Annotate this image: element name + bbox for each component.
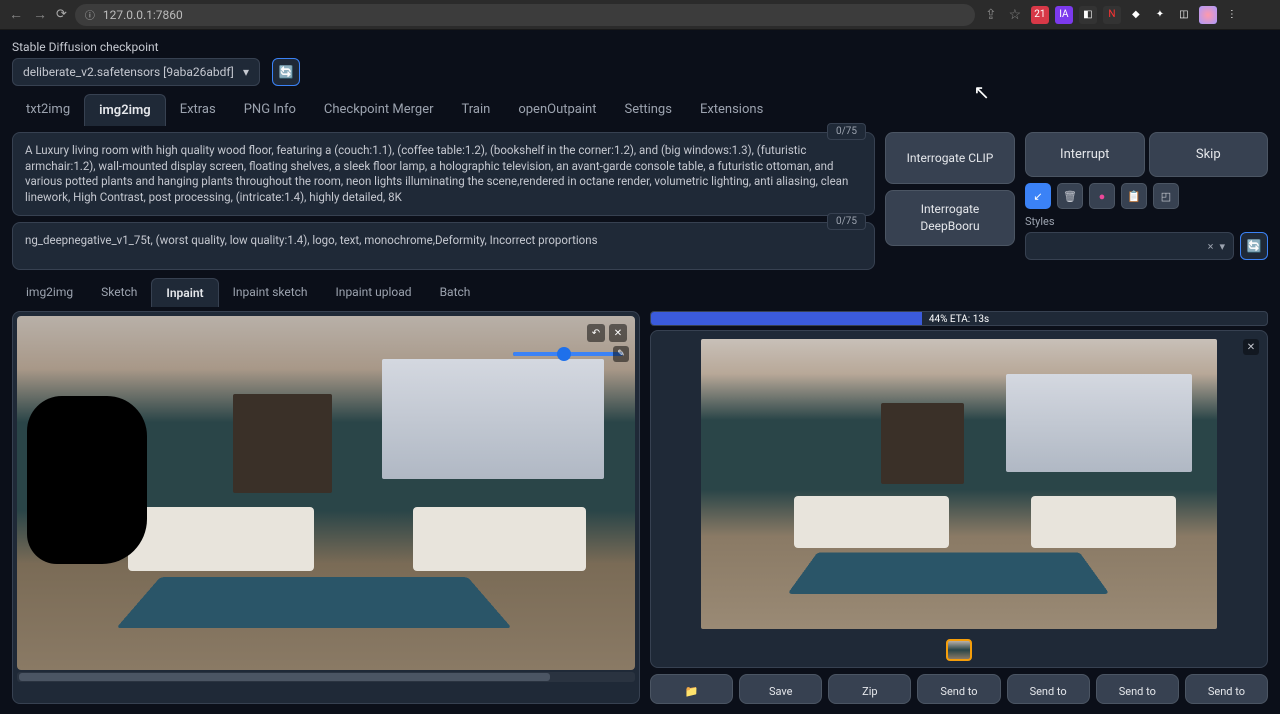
url-text: 127.0.0.1:7860 (103, 8, 183, 22)
subtab-batch[interactable]: Batch (426, 278, 485, 307)
skip-button[interactable]: Skip (1149, 132, 1269, 177)
save-button[interactable]: Save (739, 674, 822, 704)
refresh-styles-button[interactable]: 🔄 (1240, 232, 1268, 260)
tab-extras[interactable]: Extras (166, 94, 230, 126)
prompt-input[interactable]: 0/75 A Luxury living room with high qual… (12, 132, 875, 216)
negative-prompt-input[interactable]: 0/75 ng_deepnegative_v1_75t, (worst qual… (12, 222, 875, 270)
send-to-button-3[interactable]: Send to (1096, 674, 1179, 704)
neg-prompt-token-count: 0/75 (827, 213, 866, 230)
back-icon[interactable]: ← (8, 6, 24, 23)
extension-icons: 21 IA ◧ N ◆ ✦ ◫ ⋮ (1031, 6, 1241, 24)
inpaint-canvas-pane: ↶ ✕ ✎ (12, 311, 640, 704)
open-folder-button[interactable]: 📁 (650, 674, 733, 704)
undo-icon[interactable]: ↶ (587, 324, 605, 342)
send-to-button-4[interactable]: Send to (1185, 674, 1268, 704)
tab-settings[interactable]: Settings (610, 94, 685, 126)
avatar-icon[interactable] (1199, 6, 1217, 24)
inpaint-mask (27, 396, 147, 564)
styles-label: Styles (1025, 215, 1268, 228)
subtab-sketch[interactable]: Sketch (87, 278, 151, 307)
prompt-token-count: 0/75 (827, 123, 866, 140)
tab-extensions[interactable]: Extensions (686, 94, 777, 126)
interrogate-deepbooru-button[interactable]: Interrogate DeepBooru (885, 190, 1015, 246)
panel-icon[interactable]: ◫ (1175, 6, 1193, 24)
trash-tool-button[interactable]: 🗑 (1057, 183, 1083, 209)
tab-img2img[interactable]: img2img (84, 94, 166, 126)
chevron-down-icon: ▾ (1219, 240, 1225, 253)
subtab-inpaint-upload[interactable]: Inpaint upload (322, 278, 426, 307)
browser-toolbar: ← → ⟳ ⓘ 127.0.0.1:7860 ⇪ ☆ 21 IA ◧ N ◆ ✦… (0, 0, 1280, 30)
share-icon[interactable]: ⇪ (983, 7, 999, 23)
chevron-down-icon: ▾ (243, 65, 249, 79)
close-icon[interactable]: ✕ (609, 324, 627, 342)
brush-size-slider[interactable] (513, 352, 623, 356)
ext-icon[interactable]: IA (1055, 6, 1073, 24)
sub-tabs: img2img Sketch Inpaint Inpaint sketch In… (12, 278, 1268, 307)
checkpoint-value: deliberate_v2.safetensors [9aba26abdf] (23, 65, 234, 79)
main-tabs: txt2img img2img Extras PNG Info Checkpoi… (12, 94, 1268, 126)
interrogate-clip-button[interactable]: Interrogate CLIP (885, 132, 1015, 184)
close-output-icon[interactable]: ✕ (1243, 339, 1259, 355)
tab-txt2img[interactable]: txt2img (12, 94, 84, 126)
tab-openoutpaint[interactable]: openOutpaint (504, 94, 610, 126)
clipboard-tool-button[interactable]: 📋 (1121, 183, 1147, 209)
info-icon: ⓘ (85, 7, 95, 22)
output-thumbnail[interactable] (946, 639, 972, 661)
output-frame: ✕ (650, 330, 1268, 668)
neg-prompt-text: ng_deepnegative_v1_75t, (worst quality, … (25, 233, 862, 249)
tab-checkpoint-merger[interactable]: Checkpoint Merger (310, 94, 448, 126)
tab-pnginfo[interactable]: PNG Info (230, 94, 310, 126)
send-to-button-2[interactable]: Send to (1007, 674, 1090, 704)
ext-icon[interactable]: 21 (1031, 6, 1049, 24)
url-bar[interactable]: ⓘ 127.0.0.1:7860 (75, 4, 975, 26)
horizontal-scrollbar[interactable] (17, 672, 635, 682)
brush-edit-icon[interactable]: ✎ (613, 346, 629, 362)
tab-train[interactable]: Train (448, 94, 505, 126)
interrupt-button[interactable]: Interrupt (1025, 132, 1145, 177)
subtab-inpaint-sketch[interactable]: Inpaint sketch (219, 278, 322, 307)
frame-tool-button[interactable]: ◰ (1153, 183, 1179, 209)
zip-button[interactable]: Zip (828, 674, 911, 704)
subtab-inpaint[interactable]: Inpaint (151, 278, 218, 307)
send-to-button-1[interactable]: Send to (917, 674, 1000, 704)
ext-icon[interactable]: ◧ (1079, 6, 1097, 24)
menu-icon[interactable]: ⋮ (1223, 6, 1241, 24)
styles-select[interactable]: × ▾ (1025, 232, 1234, 260)
output-image[interactable] (701, 339, 1218, 629)
arrow-tool-button[interactable]: ↙ (1025, 183, 1051, 209)
ext-icon[interactable]: N (1103, 6, 1121, 24)
output-pane: 44% ETA: 13s ✕ (650, 311, 1268, 704)
puzzle-icon[interactable]: ✦ (1151, 6, 1169, 24)
clear-icon[interactable]: × (1208, 240, 1214, 253)
reload-icon[interactable]: ⟳ (56, 7, 67, 22)
forward-icon[interactable]: → (32, 6, 48, 23)
progress-text: 44% ETA: 13s (651, 312, 1267, 326)
checkpoint-select[interactable]: deliberate_v2.safetensors [9aba26abdf] ▾ (12, 58, 260, 86)
subtab-img2img[interactable]: img2img (12, 278, 87, 307)
refresh-checkpoint-button[interactable]: 🔄 (272, 58, 300, 86)
inpaint-canvas[interactable]: ↶ ✕ ✎ (17, 316, 635, 670)
prompt-text: A Luxury living room with high quality w… (25, 143, 862, 205)
bookmark-icon[interactable]: ☆ (1007, 7, 1023, 23)
progress-bar: 44% ETA: 13s (650, 311, 1268, 326)
pink-tool-button[interactable]: ● (1089, 183, 1115, 209)
checkpoint-label: Stable Diffusion checkpoint (12, 40, 1268, 54)
ext-icon[interactable]: ◆ (1127, 6, 1145, 24)
